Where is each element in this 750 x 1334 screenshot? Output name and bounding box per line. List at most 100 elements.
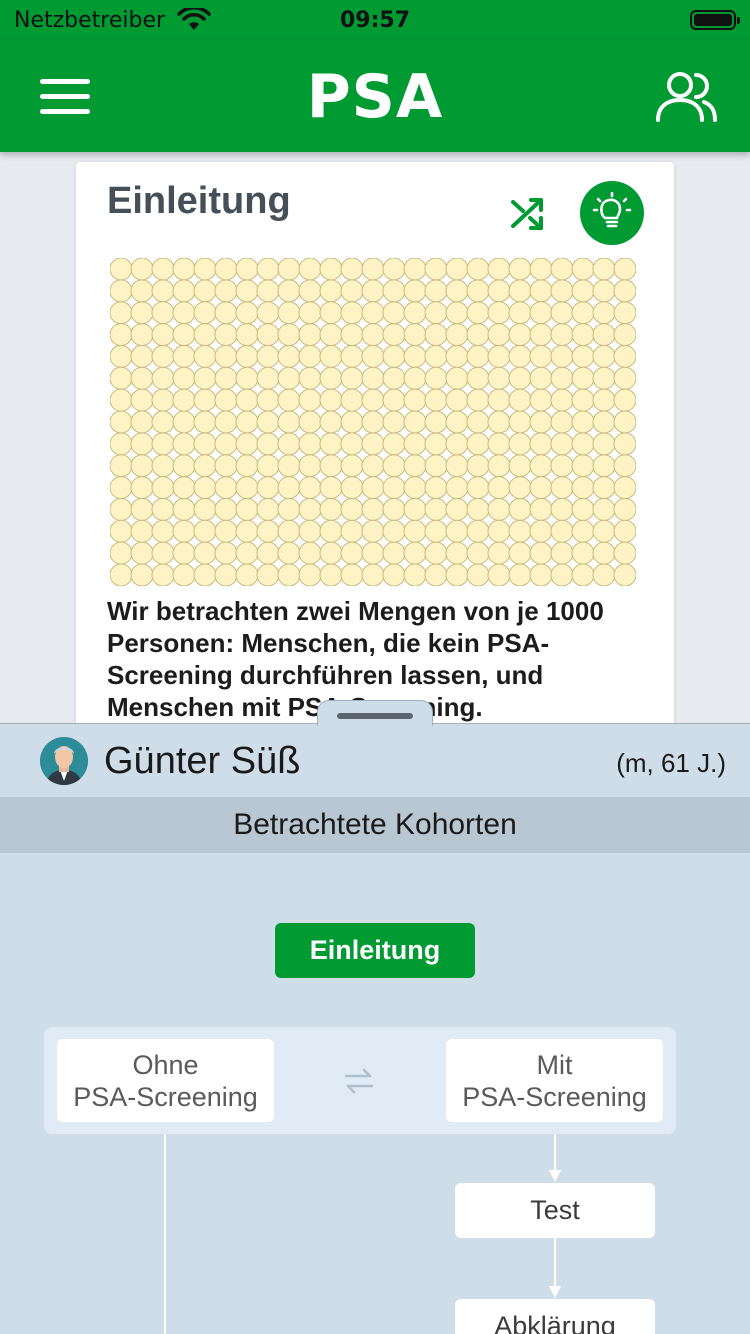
person-dot bbox=[151, 497, 175, 521]
person-dot bbox=[382, 323, 406, 347]
person-dot bbox=[319, 519, 343, 543]
person-dot bbox=[424, 301, 448, 325]
person-dot bbox=[298, 388, 322, 412]
person-dot bbox=[256, 497, 280, 521]
person-dot bbox=[508, 388, 532, 412]
person-dot bbox=[214, 323, 238, 347]
person-dot bbox=[235, 454, 259, 478]
swap-arrows-icon[interactable] bbox=[342, 1065, 376, 1097]
person-dot bbox=[613, 279, 636, 303]
person-dot bbox=[487, 388, 511, 412]
person-dot bbox=[466, 323, 490, 347]
person-dot bbox=[445, 563, 469, 586]
person-dot bbox=[571, 366, 595, 390]
person-dot bbox=[235, 323, 259, 347]
person-dot bbox=[151, 563, 175, 586]
person-dot bbox=[172, 410, 196, 434]
person-dot bbox=[382, 497, 406, 521]
step-test[interactable]: Test bbox=[455, 1183, 655, 1238]
person-dot bbox=[172, 497, 196, 521]
person-dot bbox=[256, 432, 280, 456]
person-dot bbox=[361, 454, 385, 478]
person-dot bbox=[110, 563, 133, 586]
person-dot bbox=[445, 497, 469, 521]
person-dot bbox=[382, 519, 406, 543]
person-dot bbox=[508, 563, 532, 586]
person-dot bbox=[214, 454, 238, 478]
app-title: PSA bbox=[306, 62, 444, 132]
person-dot bbox=[613, 323, 636, 347]
person-dot bbox=[403, 563, 427, 586]
person-dot bbox=[151, 519, 175, 543]
person-dot bbox=[193, 410, 217, 434]
bottom-sheet: Günter Süß (m, 61 J.) Betrachtete Kohort… bbox=[0, 700, 750, 1334]
person-dot bbox=[298, 410, 322, 434]
person-dot bbox=[151, 541, 175, 565]
person-dot bbox=[151, 279, 175, 303]
person-dot bbox=[508, 410, 532, 434]
cohort-with-screening[interactable]: Mit PSA-Screening bbox=[446, 1039, 663, 1122]
person-dot bbox=[235, 432, 259, 456]
person-dot bbox=[403, 366, 427, 390]
person-dot bbox=[592, 497, 616, 521]
person-dot bbox=[445, 258, 469, 281]
person-dot bbox=[361, 541, 385, 565]
person-dot bbox=[466, 541, 490, 565]
person-dot bbox=[424, 410, 448, 434]
person-dot bbox=[193, 388, 217, 412]
lightbulb-icon bbox=[592, 192, 632, 228]
person-dot bbox=[256, 366, 280, 390]
person-dot bbox=[508, 366, 532, 390]
sheet-grabber[interactable] bbox=[317, 700, 433, 726]
person-dot bbox=[256, 279, 280, 303]
person-dot bbox=[613, 432, 636, 456]
person-dot bbox=[130, 497, 154, 521]
person-dot bbox=[214, 563, 238, 586]
person-dot bbox=[110, 541, 133, 565]
person-dot bbox=[424, 344, 448, 368]
patient-name: Günter Süß bbox=[104, 740, 301, 782]
hint-button[interactable] bbox=[580, 181, 644, 245]
person-dot bbox=[130, 258, 154, 281]
person-dot bbox=[592, 563, 616, 586]
cohort-without-screening[interactable]: Ohne PSA-Screening bbox=[57, 1039, 274, 1122]
person-dot bbox=[550, 497, 574, 521]
person-dot bbox=[508, 301, 532, 325]
person-dot bbox=[110, 301, 133, 325]
person-dot bbox=[508, 344, 532, 368]
person-dot bbox=[298, 519, 322, 543]
patient-meta: (m, 61 J.) bbox=[616, 748, 726, 778]
person-dot bbox=[298, 432, 322, 456]
person-dot bbox=[592, 541, 616, 565]
person-dot bbox=[340, 279, 364, 303]
person-dot bbox=[403, 410, 427, 434]
person-dot bbox=[193, 454, 217, 478]
users-icon[interactable] bbox=[652, 68, 720, 124]
person-dot bbox=[256, 454, 280, 478]
person-dot bbox=[445, 541, 469, 565]
person-dot bbox=[382, 388, 406, 412]
person-dot bbox=[361, 432, 385, 456]
person-dot bbox=[361, 258, 385, 281]
person-dot bbox=[277, 563, 301, 586]
person-dot bbox=[193, 432, 217, 456]
person-dot bbox=[424, 454, 448, 478]
person-dot bbox=[487, 323, 511, 347]
person-dot bbox=[214, 366, 238, 390]
person-dot bbox=[613, 476, 636, 500]
person-dot bbox=[550, 410, 574, 434]
person-dot bbox=[508, 541, 532, 565]
person-dot bbox=[340, 388, 364, 412]
intro-button[interactable]: Einleitung bbox=[275, 923, 475, 978]
person-dot bbox=[110, 454, 133, 478]
person-dot bbox=[277, 301, 301, 325]
person-dot bbox=[172, 301, 196, 325]
person-dot bbox=[529, 388, 553, 412]
person-dot bbox=[319, 432, 343, 456]
shuffle-icon[interactable] bbox=[508, 194, 548, 234]
person-dot bbox=[235, 410, 259, 434]
person-dot bbox=[277, 323, 301, 347]
nav-bar: PSA bbox=[0, 40, 750, 152]
step-abklaerung[interactable]: Abklärung bbox=[455, 1299, 655, 1334]
cohort-right-line2: PSA-Screening bbox=[462, 1082, 647, 1112]
